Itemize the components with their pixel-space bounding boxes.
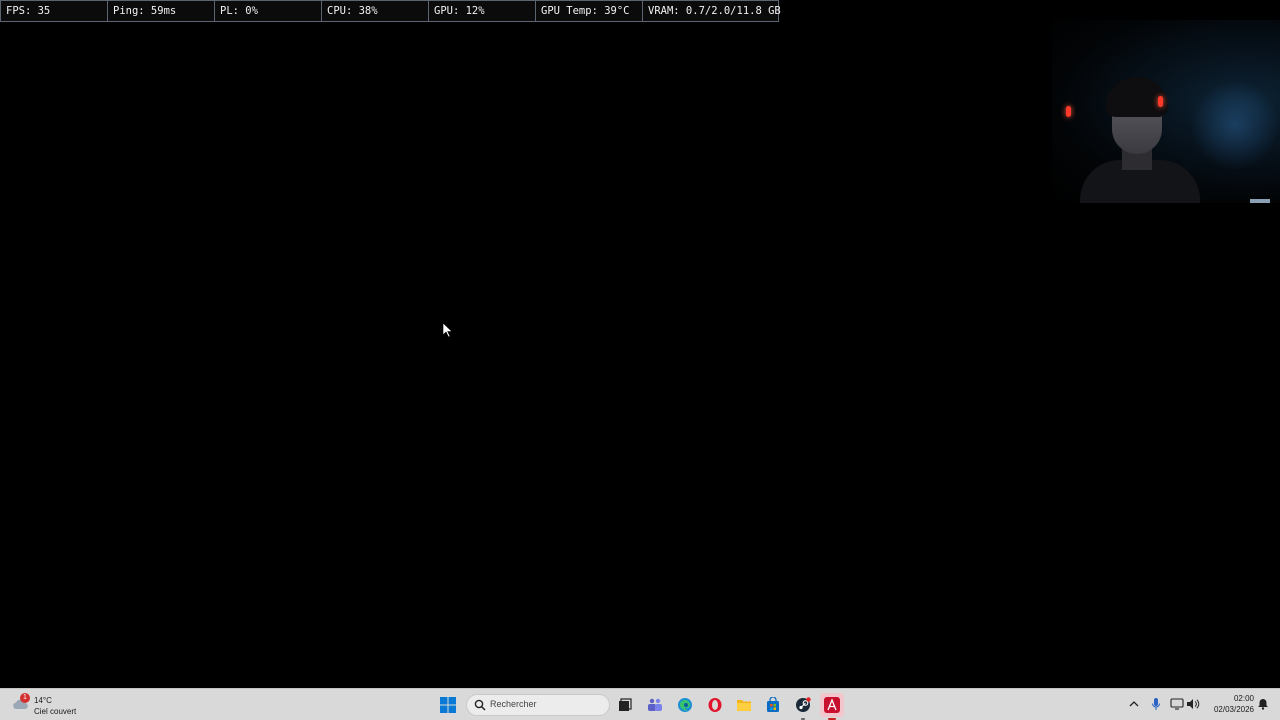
notifications-button[interactable] (1256, 697, 1270, 711)
cpu-stat: CPU: 38% (322, 1, 429, 21)
teams-button[interactable] (643, 693, 667, 717)
opera-button[interactable] (703, 693, 727, 717)
search-icon (474, 699, 486, 711)
file-explorer-button[interactable] (732, 693, 756, 717)
store-button[interactable] (761, 693, 785, 717)
acrobat-button[interactable] (820, 693, 844, 720)
performance-overlay: FPS: 35 Ping: 59ms PL: 0% CPU: 38% GPU: … (0, 0, 781, 22)
volume-icon (1187, 699, 1200, 709)
vram-stat: VRAM: 0.7/2.0/11.8 GB (648, 5, 781, 17)
network-icon (1170, 698, 1184, 710)
taskbar-search[interactable]: Rechercher (466, 694, 610, 716)
headset-led-left (1066, 106, 1071, 117)
mouse-cursor-icon (443, 323, 453, 337)
taskbar: 1 14°C Ciel couvert Rechercher 02:00 02/… (0, 688, 1280, 720)
gpu-temp-stat: GPU Temp: 39°C (536, 1, 643, 21)
file-explorer-icon (737, 700, 751, 711)
weather-widget[interactable]: 1 14°C Ciel couvert (10, 692, 100, 718)
fps-stat: FPS: 35 (1, 1, 108, 21)
system-clock[interactable]: 02:00 02/03/2026 (1204, 693, 1254, 715)
clock-date: 02/03/2026 (1213, 705, 1254, 714)
chevron-up-icon (1129, 701, 1139, 707)
notification-badge: 1 (20, 693, 30, 703)
acrobat-icon (824, 697, 840, 713)
packet-loss-stat: PL: 0% (215, 1, 322, 21)
chair-highlight (1250, 199, 1270, 203)
headset-led-right (1158, 96, 1163, 107)
store-icon (767, 697, 779, 712)
steam-button[interactable] (791, 693, 815, 720)
weather-temperature: 14°C (34, 696, 52, 705)
steam-icon (796, 697, 811, 712)
background-light (1190, 80, 1280, 170)
microphone-icon (1152, 698, 1160, 710)
notification-bell-icon (1258, 699, 1268, 710)
network-button[interactable] (1170, 697, 1184, 711)
webcam-feed (1052, 20, 1280, 203)
clock-time: 02:00 (1233, 694, 1254, 703)
search-placeholder: Rechercher (490, 699, 537, 709)
weather-description: Ciel couvert (34, 707, 77, 716)
windows-logo-icon (440, 697, 456, 713)
show-hidden-icons-button[interactable] (1127, 697, 1141, 711)
edge-button[interactable] (673, 693, 697, 717)
task-view-button[interactable] (613, 693, 637, 717)
edge-icon (678, 698, 692, 712)
start-button[interactable] (436, 693, 460, 717)
microphone-button[interactable] (1149, 697, 1163, 711)
volume-button[interactable] (1186, 697, 1200, 711)
teams-icon (648, 698, 662, 711)
ping-stat: Ping: 59ms (108, 1, 215, 21)
task-view-icon (619, 698, 632, 711)
opera-icon (708, 698, 722, 712)
gpu-stat: GPU: 12% (429, 1, 536, 21)
